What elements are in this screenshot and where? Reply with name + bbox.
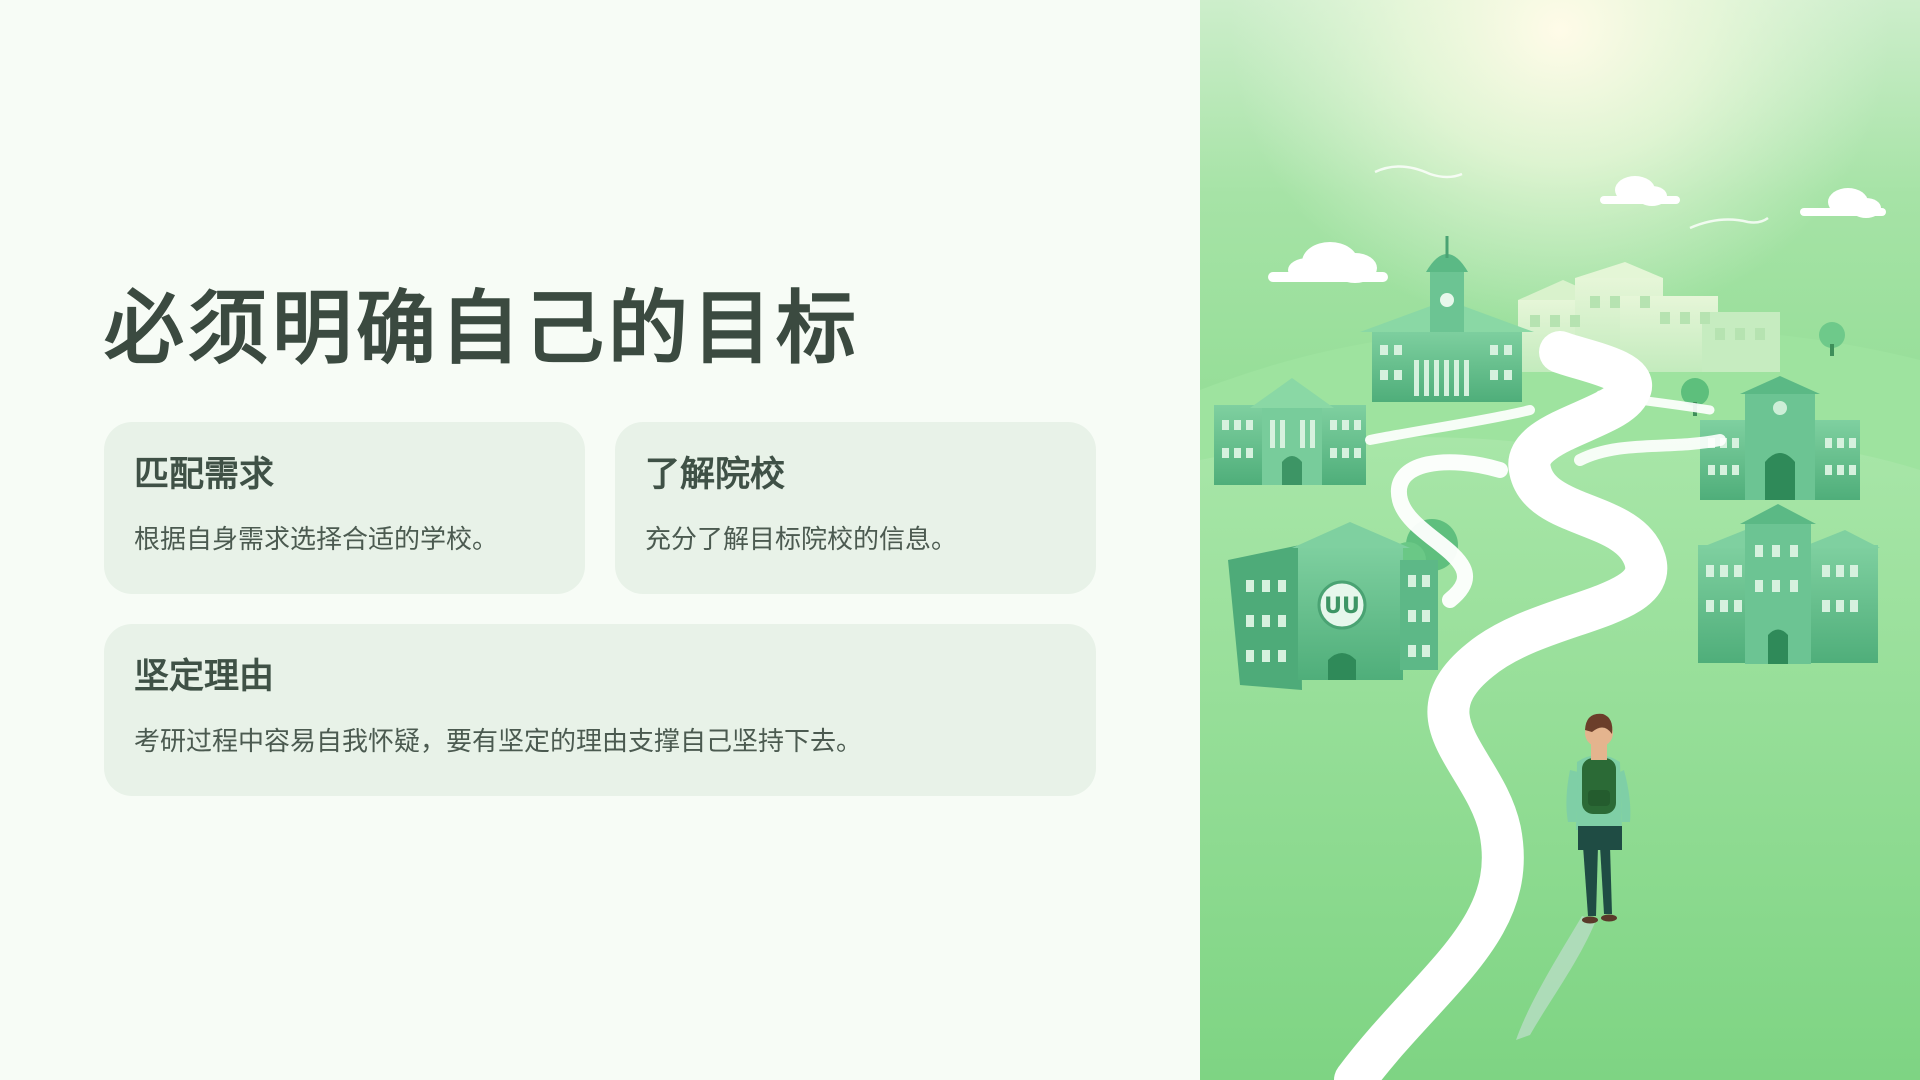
clock-icon [1440, 293, 1454, 307]
goal-card-match-needs: 匹配需求 根据自身需求选择合适的学校。 [104, 422, 585, 594]
card-description: 考研过程中容易自我怀疑，要有坚定的理由支撑自己坚持下去。 [134, 727, 863, 757]
card-title: 匹配需求 [134, 454, 275, 495]
slide: 必须明确自己的目标 匹配需求 根据自身需求选择合适的学校。 了解院校 充分了解目… [0, 0, 1920, 1080]
page-title: 必须明确自己的目标 [104, 281, 860, 375]
card-description: 充分了解目标院校的信息。 [645, 525, 958, 555]
card-title: 坚定理由 [134, 656, 275, 697]
goal-card-firm-reason: 坚定理由 考研过程中容易自我怀疑，要有坚定的理由支撑自己坚持下去。 [104, 624, 1096, 796]
illustration-svg: UU [1200, 0, 1920, 1080]
campus-path-illustration: UU [1200, 0, 1920, 1080]
content-panel: 必须明确自己的目标 匹配需求 根据自身需求选择合适的学校。 了解院校 充分了解目… [0, 0, 1200, 1080]
card-title: 了解院校 [645, 454, 786, 495]
emblem-text: UU [1324, 594, 1360, 619]
goal-card-know-schools: 了解院校 充分了解目标院校的信息。 [615, 422, 1096, 594]
card-description: 根据自身需求选择合适的学校。 [134, 525, 499, 555]
